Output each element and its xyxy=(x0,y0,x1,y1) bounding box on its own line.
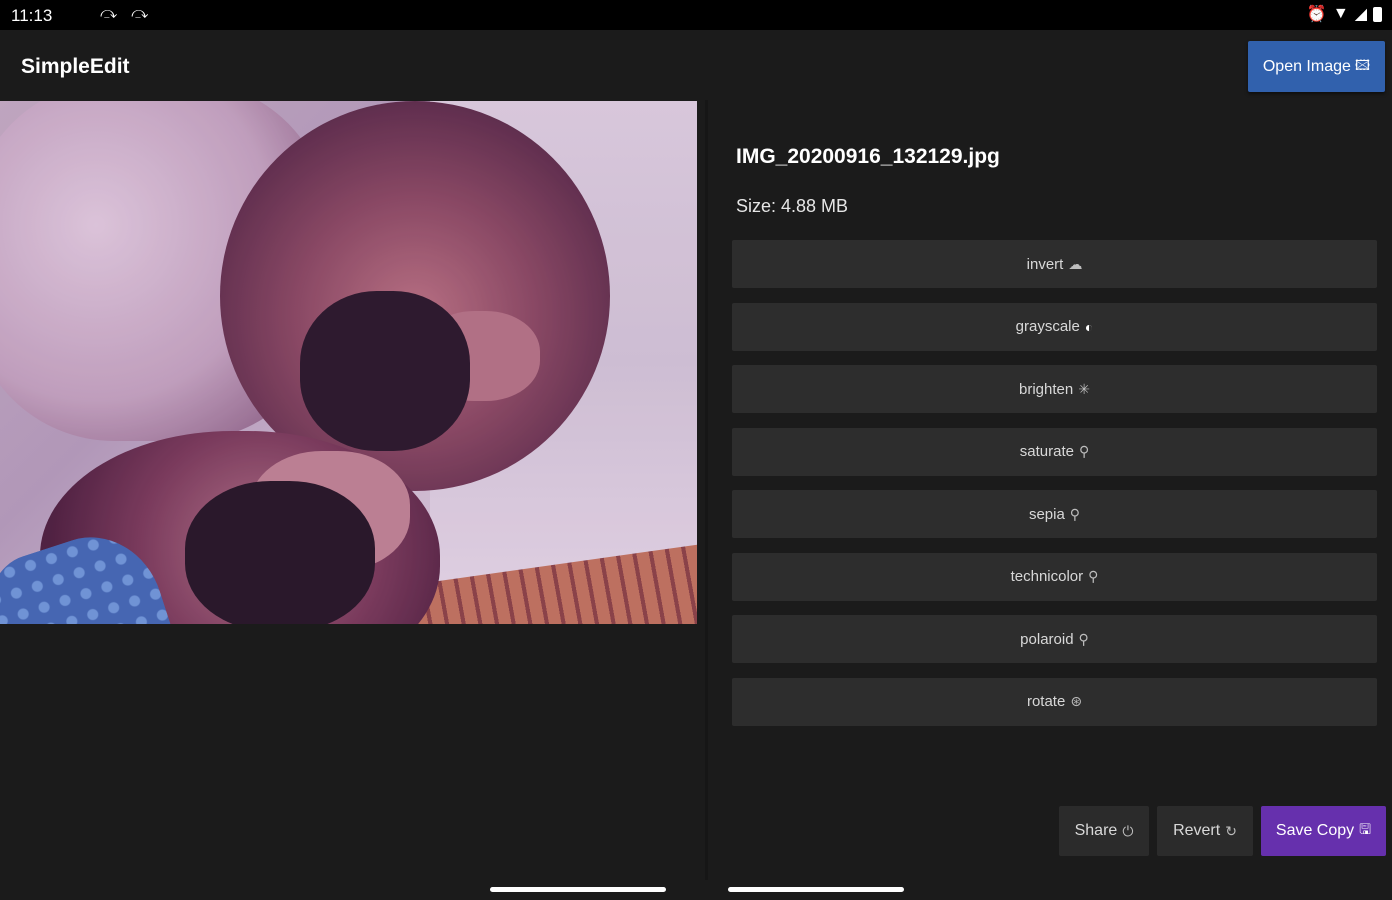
sepia-button[interactable]: sepia ⚲ xyxy=(732,490,1377,538)
sun-icon: ✳ xyxy=(1078,380,1090,397)
open-image-label: Open Image xyxy=(1262,57,1351,75)
saturate-button[interactable]: saturate ⚲ xyxy=(732,427,1377,476)
contrast-icon: ◐ xyxy=(1084,318,1094,335)
brighten-button[interactable]: brighten ✳ xyxy=(732,365,1377,413)
panel-divider xyxy=(705,100,708,880)
save-copy-label: Save Copy xyxy=(1275,822,1355,839)
technicolor-button[interactable]: technicolor ⚲ xyxy=(732,552,1377,601)
filter-label: sepia xyxy=(1028,505,1065,523)
revert-button[interactable]: Revert ↻ xyxy=(1157,806,1253,856)
filter-label: grayscale xyxy=(1015,318,1080,335)
action-bar: Share ⏻ Revert ↻ Save Copy 🖫 xyxy=(1059,806,1386,856)
share-icon: ⏻ xyxy=(1122,822,1134,839)
gesture-handle[interactable] xyxy=(728,887,904,892)
signal-icon: ◢ xyxy=(1354,6,1367,23)
filter-label: technicolor xyxy=(1010,568,1084,585)
save-icon: 🖫 xyxy=(1359,821,1372,837)
cast-icon: ⤼ xyxy=(131,5,149,22)
image-preview xyxy=(0,101,697,624)
lightbulb-icon: ⚲ xyxy=(1088,568,1099,584)
polaroid-button[interactable]: polaroid ⚲ xyxy=(732,615,1377,663)
lightbulb-icon: ⚲ xyxy=(1069,505,1081,522)
file-size: Size: 4.88 MB xyxy=(736,196,849,216)
filter-label: saturate xyxy=(1019,443,1074,460)
filter-label: brighten xyxy=(1019,380,1074,398)
battery-icon xyxy=(1373,6,1382,22)
status-time: 11:13 xyxy=(11,6,53,25)
filter-label: polaroid xyxy=(1020,630,1074,648)
share-label: Share xyxy=(1074,822,1118,839)
grayscale-button[interactable]: grayscale ◐ xyxy=(732,302,1377,351)
status-system-icons: ⏰ ▼ ◢ xyxy=(1307,4,1382,24)
open-image-button[interactable]: Open Image 🖾 xyxy=(1248,41,1385,92)
rotate-icon: ⊛ xyxy=(1070,693,1083,709)
status-bar: 11:13 ⤼ ⤼ ⏰ ▼ ◢ xyxy=(0,0,1392,30)
gesture-handle[interactable] xyxy=(490,887,666,892)
share-button[interactable]: Share ⏻ xyxy=(1059,806,1149,856)
alarm-icon: ⏰ xyxy=(1306,6,1327,23)
filter-list: invert ☁ grayscale ◐ brighten ✳ saturate… xyxy=(732,240,1377,740)
wifi-icon: ▼ xyxy=(1332,5,1349,22)
status-notification-icons: ⤼ ⤼ xyxy=(100,5,148,23)
revert-icon: ↻ xyxy=(1225,822,1237,839)
filter-label: rotate xyxy=(1026,693,1066,710)
revert-label: Revert xyxy=(1173,822,1221,839)
app-title: SimpleEdit xyxy=(21,55,130,78)
lightbulb-icon: ⚲ xyxy=(1078,443,1090,459)
save-copy-button[interactable]: Save Copy 🖫 xyxy=(1261,806,1386,856)
lightbulb-icon: ⚲ xyxy=(1078,630,1089,647)
rotate-button[interactable]: rotate ⊛ xyxy=(732,677,1377,726)
invert-button[interactable]: invert ☁ xyxy=(732,240,1377,288)
file-name: IMG_20200916_132129.jpg xyxy=(736,145,1000,168)
navigation-bar xyxy=(0,880,1392,900)
cast-icon: ⤼ xyxy=(100,5,118,22)
filter-label: invert xyxy=(1026,255,1064,273)
image-icon: 🖾 xyxy=(1354,56,1371,73)
invert-icon: ☁ xyxy=(1068,255,1083,272)
